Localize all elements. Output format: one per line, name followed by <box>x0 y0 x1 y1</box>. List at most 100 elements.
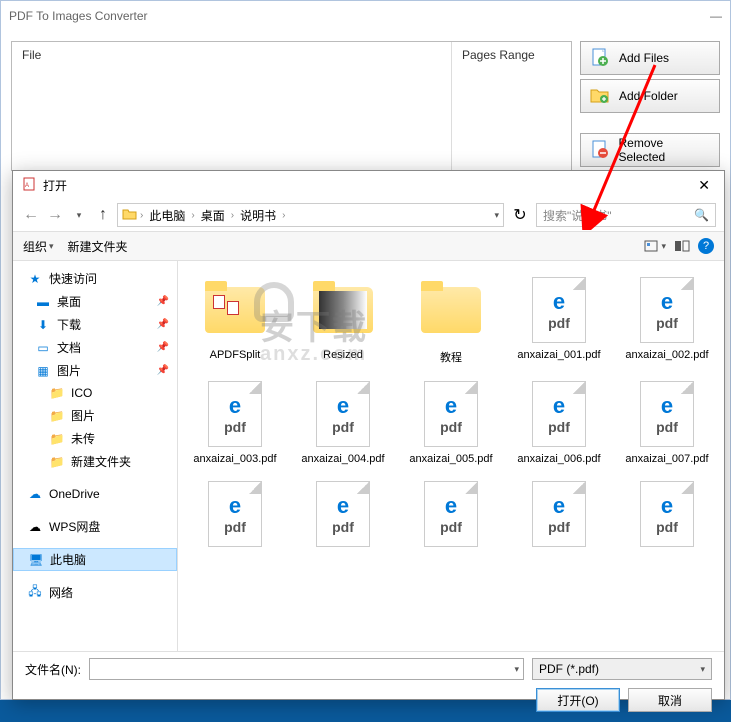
tree-wps[interactable]: ☁WPS网盘 <box>13 515 177 538</box>
pdf-thumb-icon: epdf <box>632 479 702 549</box>
pdf-file-item[interactable]: epdf anxaizai_002.pdf <box>614 271 720 369</box>
pin-icon: 📌 <box>157 319 169 330</box>
nav-recent-button[interactable]: ▾ <box>69 205 89 225</box>
search-icon: 🔍 <box>694 208 709 222</box>
pdf-thumb-icon: epdf <box>632 275 702 345</box>
pin-icon: 📌 <box>157 296 169 307</box>
file-label: anxaizai_001.pdf <box>517 349 600 361</box>
filename-input[interactable]: ▾ <box>89 658 524 680</box>
folder-item[interactable]: Resized <box>290 271 396 369</box>
file-type-filter[interactable]: PDF (*.pdf) ▾ <box>532 658 712 680</box>
tree-newfolder[interactable]: 📁新建文件夹 <box>13 450 177 473</box>
pin-icon: 📌 <box>157 365 169 376</box>
breadcrumb[interactable]: › 此电脑 › 桌面 › 说明书 › ▾ <box>117 203 504 227</box>
pdf-file-item[interactable]: epdf <box>398 475 504 557</box>
pictures-icon: ▦ <box>35 363 51 379</box>
tree-pictures2[interactable]: 📁图片 <box>13 404 177 427</box>
file-column-header: File <box>12 42 451 170</box>
dialog-titlebar: A 打开 ✕ <box>13 171 724 199</box>
file-open-dialog: A 打开 ✕ ← → ▾ ↑ › 此电脑 › 桌面 › 说明书 › ▾ ↻ 搜索… <box>12 170 725 700</box>
nav-forward-button[interactable]: → <box>45 205 65 225</box>
cancel-button[interactable]: 取消 <box>628 688 712 712</box>
folder-icon: 📁 <box>49 431 65 447</box>
pdf-file-item[interactable]: epdf <box>290 475 396 557</box>
tree-downloads[interactable]: ⬇下载📌 <box>13 313 177 336</box>
dialog-toolbar: 组织 ▾ 新建文件夹 ▾ ? <box>13 231 724 261</box>
remove-selected-button[interactable]: Remove Selected <box>580 133 720 167</box>
add-files-button[interactable]: Add Files <box>580 41 720 75</box>
folder-icon: 📁 <box>49 454 65 470</box>
pdf-file-item[interactable]: epdf <box>614 475 720 557</box>
desktop-icon: ▬ <box>35 294 51 310</box>
pdf-thumb-icon: epdf <box>416 479 486 549</box>
tree-documents[interactable]: ▭文档📌 <box>13 336 177 359</box>
folder-icon: 📁 <box>49 408 65 424</box>
search-input[interactable]: 搜索"说明书" 🔍 <box>536 203 716 227</box>
view-options-button[interactable]: ▾ <box>643 239 666 253</box>
file-list-panel: File Pages Range <box>11 41 572 171</box>
new-folder-button[interactable]: 新建文件夹 <box>68 238 128 255</box>
pin-icon: 📌 <box>157 342 169 353</box>
open-button[interactable]: 打开(O) <box>536 688 620 712</box>
pdf-file-item[interactable]: epdfanxaizai_004.pdf <box>290 375 396 469</box>
tree-quick-access[interactable]: ★快速访问 <box>13 267 177 290</box>
network-icon: 🖧 <box>27 585 43 601</box>
tree-desktop[interactable]: ▬桌面📌 <box>13 290 177 313</box>
help-button[interactable]: ? <box>698 238 714 254</box>
chevron-down-icon[interactable]: ▾ <box>514 664 519 675</box>
dialog-title: 打开 <box>43 177 67 194</box>
tree-unnamed[interactable]: 📁未传 <box>13 427 177 450</box>
refresh-button[interactable]: ↻ <box>508 203 532 227</box>
breadcrumb-dropdown-icon[interactable]: ▾ <box>494 210 499 221</box>
breadcrumb-seg-0[interactable]: 此电脑 <box>145 207 189 224</box>
pdf-thumb-icon: epdf <box>308 479 378 549</box>
folder-plus-icon <box>589 85 611 107</box>
pdf-file-item[interactable]: epdf <box>182 475 288 557</box>
organize-button[interactable]: 组织 ▾ <box>23 238 54 255</box>
file-label: 教程 <box>440 349 462 365</box>
pdf-file-item[interactable]: epdfanxaizai_005.pdf <box>398 375 504 469</box>
document-plus-icon <box>589 47 611 69</box>
star-icon: ★ <box>27 271 43 287</box>
document-icon: ▭ <box>35 340 51 356</box>
folder-icon: 📁 <box>49 385 65 401</box>
pdf-file-item[interactable]: epdfanxaizai_001.pdf <box>506 271 612 369</box>
dialog-nav: ← → ▾ ↑ › 此电脑 › 桌面 › 说明书 › ▾ ↻ 搜索"说明书" 🔍 <box>13 199 724 231</box>
close-icon[interactable]: ✕ <box>690 175 718 196</box>
app-title: PDF To Images Converter <box>9 9 148 23</box>
side-buttons: Add Files Add Folder Remove Selected <box>580 41 720 171</box>
preview-pane-button[interactable] <box>674 239 690 253</box>
minimize-icon[interactable]: — <box>710 9 722 23</box>
pages-range-header: Pages Range <box>451 42 571 170</box>
chevron-down-icon: ▾ <box>700 664 705 675</box>
tree-network[interactable]: 🖧网络 <box>13 581 177 604</box>
window-controls: — <box>710 9 722 23</box>
breadcrumb-seg-2[interactable]: 说明书 <box>236 207 280 224</box>
dialog-footer: 文件名(N): ▾ PDF (*.pdf) ▾ 打开(O) 取消 <box>13 651 724 722</box>
tree-onedrive[interactable]: ☁OneDrive <box>13 483 177 505</box>
nav-back-button[interactable]: ← <box>21 205 41 225</box>
app-titlebar: PDF To Images Converter — <box>1 1 730 31</box>
folder-item[interactable]: APDFSplit <box>182 271 288 369</box>
svg-text:A: A <box>25 183 29 189</box>
file-label: anxaizai_004.pdf <box>301 453 384 465</box>
dialog-body: ★快速访问 ▬桌面📌 ⬇下载📌 ▭文档📌 ▦图片📌 📁ICO 📁图片 📁未传 📁… <box>13 261 724 651</box>
pdf-file-item[interactable]: epdfanxaizai_006.pdf <box>506 375 612 469</box>
tree-ico[interactable]: 📁ICO <box>13 382 177 404</box>
add-files-label: Add Files <box>619 51 669 65</box>
pdf-file-item[interactable]: epdfanxaizai_007.pdf <box>614 375 720 469</box>
monitor-icon: 🖥 <box>28 552 44 568</box>
file-label: anxaizai_002.pdf <box>625 349 708 361</box>
breadcrumb-seg-1[interactable]: 桌面 <box>197 207 229 224</box>
pdf-thumb-icon: epdf <box>200 379 270 449</box>
folder-item[interactable]: 教程 <box>398 271 504 369</box>
folder-thumb-icon <box>200 275 270 345</box>
pdf-file-item[interactable]: epdfanxaizai_003.pdf <box>182 375 288 469</box>
add-folder-button[interactable]: Add Folder <box>580 79 720 113</box>
tree-thispc[interactable]: 🖥此电脑 <box>13 548 177 571</box>
nav-up-button[interactable]: ↑ <box>93 205 113 225</box>
file-label: APDFSplit <box>210 349 261 361</box>
tree-pictures[interactable]: ▦图片📌 <box>13 359 177 382</box>
pdf-file-item[interactable]: epdf <box>506 475 612 557</box>
document-minus-icon <box>589 139 610 161</box>
